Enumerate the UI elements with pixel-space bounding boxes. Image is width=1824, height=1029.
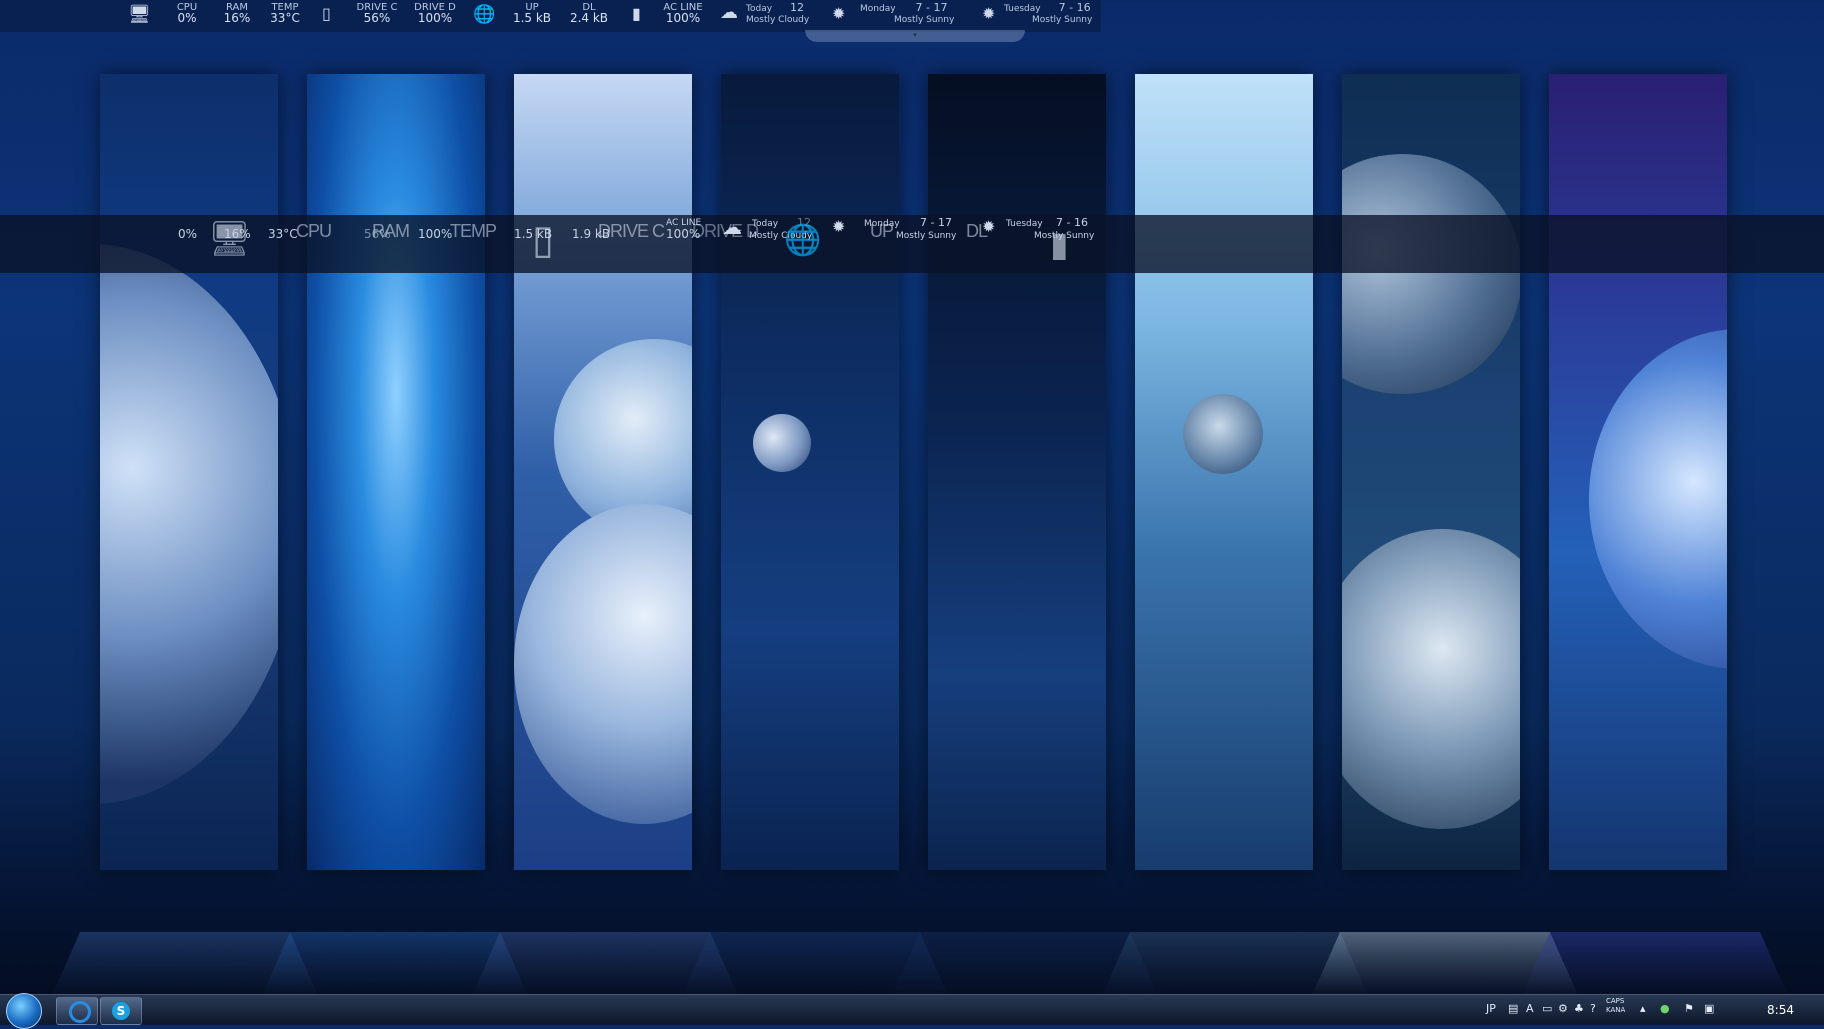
flag-icon[interactable]: ⚑ bbox=[1684, 1002, 1694, 1015]
network-icon[interactable]: ▣ bbox=[1704, 1002, 1714, 1015]
monday-desc: Mostly Sunny bbox=[896, 231, 957, 241]
wallpaper-panel-3 bbox=[514, 74, 692, 870]
monday-label: Monday bbox=[864, 219, 900, 229]
upload-value: 1.5 kB bbox=[512, 11, 552, 25]
temp-value: 33°C bbox=[268, 227, 298, 241]
cpu-meter: CPU 0% bbox=[170, 2, 204, 24]
cpu-value: 0% bbox=[177, 11, 197, 25]
sun-icon: ✹ bbox=[982, 4, 996, 23]
system-monitor-bar: 🖥 CPU 0% RAM 16% TEMP 33°C ▯ DRIVE C 56%… bbox=[0, 0, 1101, 32]
kana-label: KANA bbox=[1606, 1006, 1626, 1014]
language-indicator[interactable]: JP bbox=[1486, 1002, 1496, 1015]
monday-desc: Mostly Sunny bbox=[894, 15, 955, 25]
today-temp: 12 bbox=[790, 1, 805, 14]
planet-image bbox=[1342, 154, 1520, 394]
clock[interactable]: 8:54 bbox=[1767, 1003, 1794, 1017]
tool-icon[interactable]: ♣ bbox=[1574, 1002, 1584, 1015]
taskbar-skype-button[interactable]: S bbox=[100, 997, 142, 1025]
ram-value: 16% bbox=[224, 227, 251, 241]
ime-pad-icon[interactable]: ▭ bbox=[1542, 1002, 1552, 1015]
planet-image bbox=[1342, 529, 1520, 829]
ime-mode-icon[interactable]: A bbox=[1526, 1002, 1534, 1015]
drive-icon: ▯ bbox=[322, 4, 331, 23]
cloud-icon: ☁ bbox=[722, 215, 742, 239]
app-tray-icon[interactable]: ● bbox=[1660, 1002, 1670, 1015]
download-value: 2.4 kB bbox=[569, 11, 609, 25]
weather-tuesday: Tuesday 7 - 16 Mostly Sunny bbox=[1004, 2, 1100, 26]
today-desc: Mostly Cloudy bbox=[746, 15, 810, 25]
system-tray: JP ▤ A ▭ ⚙ ♣ ? CAPS KANA ▴ ● ⚑ ▣ 8:54 bbox=[1486, 995, 1816, 1025]
wallpaper-panel-2 bbox=[307, 74, 485, 870]
system-monitor-overlay: 0% 🖥 16% 33°C CPU RAM 56% 100% TEMP 1.5 … bbox=[0, 215, 1824, 273]
tuesday-desc: Mostly Sunny bbox=[1032, 15, 1093, 25]
temp-meter: TEMP 33°C bbox=[266, 2, 304, 24]
tuesday-desc: Mostly Sunny bbox=[1034, 231, 1095, 241]
wallpaper-panel-7 bbox=[1342, 74, 1520, 870]
acline-value: 100% bbox=[665, 11, 701, 25]
monitor-icon: 🖥 bbox=[128, 4, 151, 25]
planet-image bbox=[1589, 329, 1727, 669]
skype-icon: S bbox=[112, 1002, 130, 1020]
caps-indicator: CAPS KANA bbox=[1606, 997, 1625, 1015]
globe-icon: 🌐 bbox=[784, 223, 822, 258]
drive-d-value: 100% bbox=[417, 11, 453, 25]
battery-icon: ▮ bbox=[632, 4, 641, 23]
drive-c-label: DRIVE C bbox=[598, 221, 665, 241]
ram-value: 16% bbox=[223, 11, 251, 25]
sun-icon: ✹ bbox=[982, 217, 996, 236]
show-hidden-icons-button[interactable]: ▴ bbox=[1640, 1002, 1646, 1015]
wallpaper-panel-6 bbox=[1135, 74, 1313, 870]
help-icon[interactable]: ? bbox=[1590, 1002, 1596, 1015]
planet-image bbox=[100, 244, 278, 804]
tuesday-label: Tuesday bbox=[1004, 4, 1041, 14]
weather-monday: Monday 7 - 17 Mostly Sunny bbox=[860, 2, 956, 26]
drive-c-pct: 56% bbox=[364, 227, 391, 241]
taskbar: S JP ▤ A ▭ ⚙ ♣ ? CAPS KANA ▴ ● ⚑ ▣ 8:54 bbox=[0, 993, 1824, 1029]
wallpaper-panel-1 bbox=[100, 74, 278, 870]
tuesday-label: Tuesday bbox=[1006, 219, 1043, 229]
drive-c-meter: DRIVE C 56% bbox=[355, 2, 399, 24]
drive-icon: ▯ bbox=[532, 217, 555, 263]
acline-meter: AC LINE 100% bbox=[660, 2, 706, 24]
download-meter: DL 2.4 kB bbox=[566, 2, 612, 24]
ime-icon[interactable]: ▤ bbox=[1508, 1002, 1518, 1015]
reflection-8 bbox=[1521, 932, 1789, 997]
cpu-label: CPU bbox=[296, 221, 332, 241]
moon-image bbox=[1183, 394, 1263, 474]
drive-d-meter: DRIVE D 100% bbox=[412, 2, 458, 24]
temp-value: 33°C bbox=[270, 11, 300, 25]
today-label: Today bbox=[752, 219, 779, 229]
monday-temp: 7 - 17 bbox=[915, 1, 948, 14]
taskbar-browser-button[interactable] bbox=[56, 997, 98, 1025]
monday-label: Monday bbox=[860, 4, 896, 14]
drive-c-value: 56% bbox=[363, 11, 391, 25]
cloud-icon: ☁ bbox=[720, 2, 738, 23]
caps-label: CAPS bbox=[1606, 997, 1625, 1005]
wallpaper-panel-8 bbox=[1549, 74, 1727, 870]
temp-label: TEMP bbox=[450, 221, 497, 241]
upload-meter: UP 1.5 kB bbox=[510, 2, 554, 24]
wallpaper-panel-5 bbox=[928, 74, 1106, 870]
globe-icon: 🌐 bbox=[473, 4, 496, 25]
gear-icon[interactable]: ⚙ bbox=[1558, 1002, 1568, 1015]
sun-icon: ✹ bbox=[832, 217, 846, 236]
chevron-down-icon: ▾ bbox=[913, 31, 917, 39]
moon-image bbox=[753, 414, 811, 472]
planet-image bbox=[514, 504, 692, 824]
sun-icon: ✹ bbox=[832, 4, 846, 23]
ram-meter: RAM 16% bbox=[220, 2, 254, 24]
tuesday-temp: 7 - 16 bbox=[1058, 1, 1091, 14]
monday-temp: 7 - 17 bbox=[920, 216, 952, 229]
today-label: Today bbox=[746, 4, 773, 14]
cpu-value: 0% bbox=[178, 227, 198, 241]
bar-collapse-handle[interactable]: ▾ bbox=[805, 30, 1025, 42]
weather-today: Today 12 Mostly Cloudy bbox=[746, 2, 816, 26]
wallpaper-panel-4 bbox=[721, 74, 899, 870]
drive-d-pct: 100% bbox=[418, 227, 453, 241]
browser-icon bbox=[69, 1001, 91, 1023]
